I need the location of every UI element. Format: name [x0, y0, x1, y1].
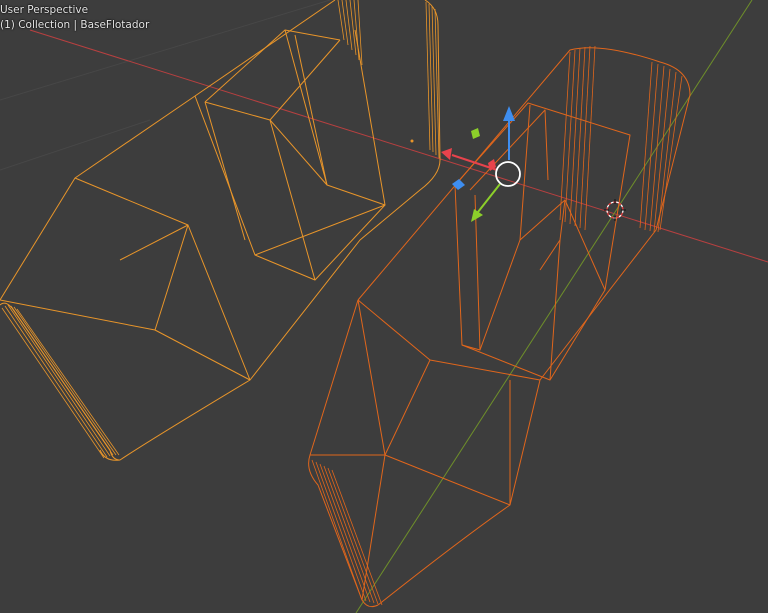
object-baseflotador-wireframe[interactable] — [308, 45, 691, 608]
viewport-collection-label: (1) Collection | BaseFlotador — [0, 19, 150, 31]
3d-cursor-icon[interactable] — [604, 199, 626, 221]
gizmo-yz-plane[interactable] — [471, 128, 480, 139]
gizmo-center-handle[interactable] — [495, 161, 521, 187]
origin-point — [410, 139, 414, 143]
gizmo-y-arrow[interactable] — [477, 183, 501, 213]
gizmo-xy-plane[interactable] — [452, 179, 465, 190]
move-gizmo-icon[interactable] — [441, 106, 521, 222]
3d-viewport[interactable]: User Perspective (1) Collection | BaseFl… — [0, 0, 768, 613]
y-axis-line — [355, 0, 753, 613]
viewport-view-mode-label: User Perspective — [0, 4, 89, 16]
viewport-scene[interactable] — [0, 0, 768, 613]
